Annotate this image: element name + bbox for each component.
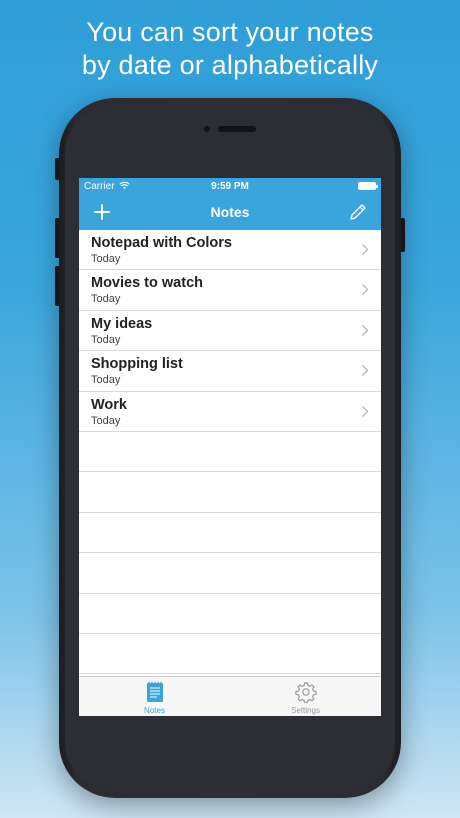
battery-icon	[358, 182, 378, 190]
promo-headline: You can sort your notes by date or alpha…	[0, 16, 460, 82]
chevron-right-icon	[362, 244, 369, 255]
tab-settings-label: Settings	[291, 706, 320, 715]
pencil-icon[interactable]	[347, 201, 369, 223]
navigation-bar: Notes	[79, 196, 381, 230]
tab-settings[interactable]: Settings	[230, 677, 381, 716]
tab-notes-label: Notes	[144, 706, 165, 715]
empty-row	[79, 553, 381, 594]
notes-list: Notepad with Colors Today Movies to watc…	[79, 230, 381, 675]
earpiece-speaker	[218, 126, 256, 132]
empty-row	[79, 432, 381, 473]
headline-line-1: You can sort your notes	[86, 17, 374, 47]
note-title: Notepad with Colors	[91, 235, 232, 251]
front-camera	[204, 126, 210, 132]
note-date: Today	[91, 414, 121, 427]
chevron-right-icon	[362, 284, 369, 296]
chevron-right-icon	[362, 365, 369, 377]
empty-row	[79, 634, 381, 675]
headline-line-2: by date or alphabetically	[81, 50, 379, 80]
empty-row	[79, 513, 381, 554]
note-title: Movies to watch	[91, 275, 203, 292]
tab-bar: Notes Settings	[79, 676, 381, 716]
chevron-right-icon	[362, 405, 369, 417]
empty-row	[79, 594, 381, 634]
clock: 9:59 PM	[211, 181, 249, 192]
note-date: Today	[91, 374, 121, 387]
status-bar: Carrier 9:59 PM	[79, 178, 381, 196]
gear-icon	[295, 682, 317, 703]
note-date: Today	[91, 253, 121, 265]
notepad-icon	[147, 681, 163, 702]
chevron-right-icon	[362, 324, 369, 336]
note-row[interactable]: My ideas Today	[79, 311, 381, 352]
note-date: Today	[91, 293, 121, 306]
app-screen: Carrier 9:59 PM Notes Notepad with Color…	[79, 178, 381, 716]
note-date: Today	[91, 333, 121, 346]
note-row[interactable]: Notepad with Colors Today	[79, 230, 381, 271]
note-row[interactable]: Shopping list Today	[79, 351, 381, 392]
note-title: Work	[91, 396, 127, 413]
note-title: My ideas	[91, 315, 153, 332]
tab-notes[interactable]: Notes	[79, 677, 230, 716]
empty-row	[79, 472, 381, 513]
nav-title: Notes	[210, 204, 250, 220]
note-row[interactable]: Work Today	[79, 392, 381, 432]
note-title: Shopping list	[91, 356, 183, 373]
note-row[interactable]: Movies to watch Today	[79, 270, 381, 311]
